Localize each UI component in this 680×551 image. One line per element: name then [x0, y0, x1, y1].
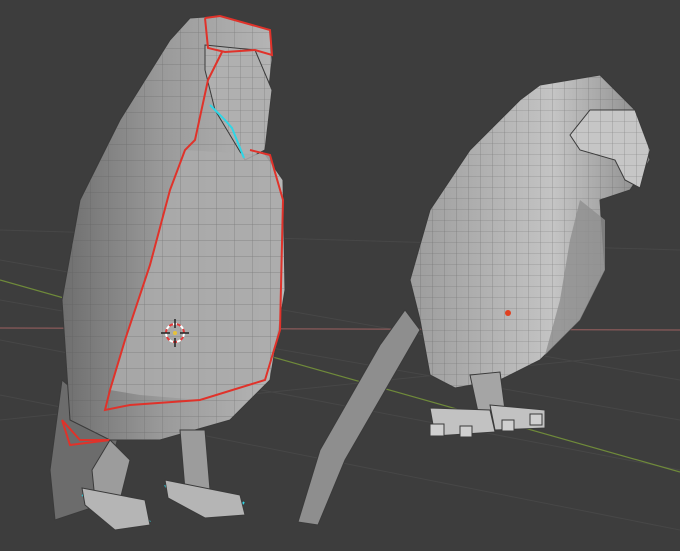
3d-viewport[interactable] [0, 0, 680, 551]
parrot-mesh-smoothed[interactable] [297, 74, 651, 526]
object-origin-dot [505, 310, 511, 316]
parrot-mesh-seam-marked[interactable] [49, 14, 286, 531]
viewport-canvas[interactable] [0, 0, 680, 551]
